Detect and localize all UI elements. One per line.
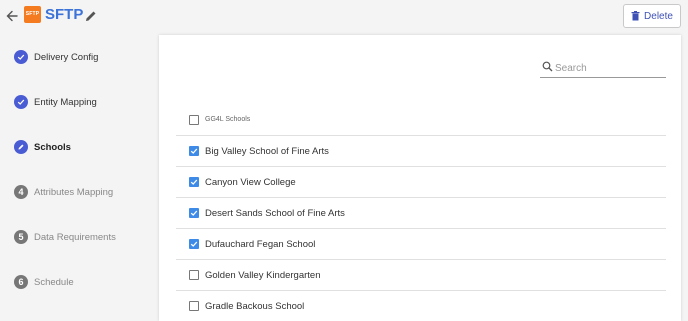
step-label: Schools [34, 141, 71, 153]
check-icon [190, 210, 198, 216]
school-name: Gradle Backous School [205, 300, 305, 312]
step-schools[interactable]: Schools [14, 139, 71, 155]
delete-label: Delete [644, 10, 673, 22]
step-label: Schedule [34, 276, 74, 288]
list-item[interactable]: Gradle Backous School [176, 291, 666, 321]
step-number: 6 [14, 275, 28, 289]
school-checkbox[interactable] [189, 146, 199, 156]
step-label: Attributes Mapping [34, 186, 114, 198]
school-name: Golden Valley Kindergarten [205, 269, 321, 281]
check-icon [14, 95, 28, 109]
pencil-icon [14, 140, 28, 154]
list-item[interactable]: Dufauchard Fegan School [176, 229, 666, 260]
step-number: 5 [14, 230, 28, 244]
sftp-logo-icon: SFTP [24, 6, 41, 23]
list-item[interactable]: Canyon View College [176, 167, 666, 198]
list-header-label: GG4L Schools [205, 116, 251, 123]
search-field[interactable] [540, 58, 666, 78]
school-checkbox[interactable] [189, 270, 199, 280]
step-entity-mapping[interactable]: Entity Mapping [14, 94, 97, 110]
list-item[interactable]: Golden Valley Kindergarten [176, 260, 666, 291]
school-name: Desert Sands School of Fine Arts [205, 207, 345, 219]
check-icon [190, 179, 198, 185]
check-icon [190, 148, 198, 154]
trash-icon [631, 11, 640, 21]
schools-list: GG4L Schools Big Valley School of Fine A… [176, 104, 666, 321]
school-name: Canyon View College [205, 176, 296, 188]
school-checkbox[interactable] [189, 177, 199, 187]
search-input[interactable] [555, 61, 663, 75]
pencil-icon[interactable] [84, 9, 98, 23]
step-data-requirements[interactable]: 5 Data Requirements [14, 229, 116, 245]
select-all-row[interactable]: GG4L Schools [176, 104, 666, 136]
select-all-checkbox[interactable] [189, 114, 199, 125]
delete-button[interactable]: Delete [623, 4, 681, 28]
step-delivery-config[interactable]: Delivery Config [14, 49, 98, 65]
check-icon [14, 50, 28, 64]
list-item[interactable]: Big Valley School of Fine Arts [176, 136, 666, 167]
schools-card: GG4L Schools Big Valley School of Fine A… [159, 35, 681, 321]
school-checkbox[interactable] [189, 208, 199, 218]
list-item[interactable]: Desert Sands School of Fine Arts [176, 198, 666, 229]
step-number: 4 [14, 185, 28, 199]
arrow-back-icon[interactable] [4, 8, 20, 24]
school-name: Dufauchard Fegan School [205, 238, 316, 250]
search-icon [542, 61, 553, 72]
step-label: Delivery Config [34, 51, 99, 63]
check-icon [190, 241, 198, 247]
step-schedule[interactable]: 6 Schedule [14, 274, 74, 290]
step-label: Entity Mapping [34, 96, 97, 108]
school-checkbox[interactable] [189, 301, 199, 311]
step-attributes-mapping[interactable]: 4 Attributes Mapping [14, 184, 113, 200]
page-title: SFTP [45, 6, 84, 23]
top-bar: SFTP SFTP Delete [0, 0, 688, 34]
step-label: Data Requirements [34, 231, 116, 243]
school-name: Big Valley School of Fine Arts [205, 145, 329, 157]
school-checkbox[interactable] [189, 239, 199, 249]
